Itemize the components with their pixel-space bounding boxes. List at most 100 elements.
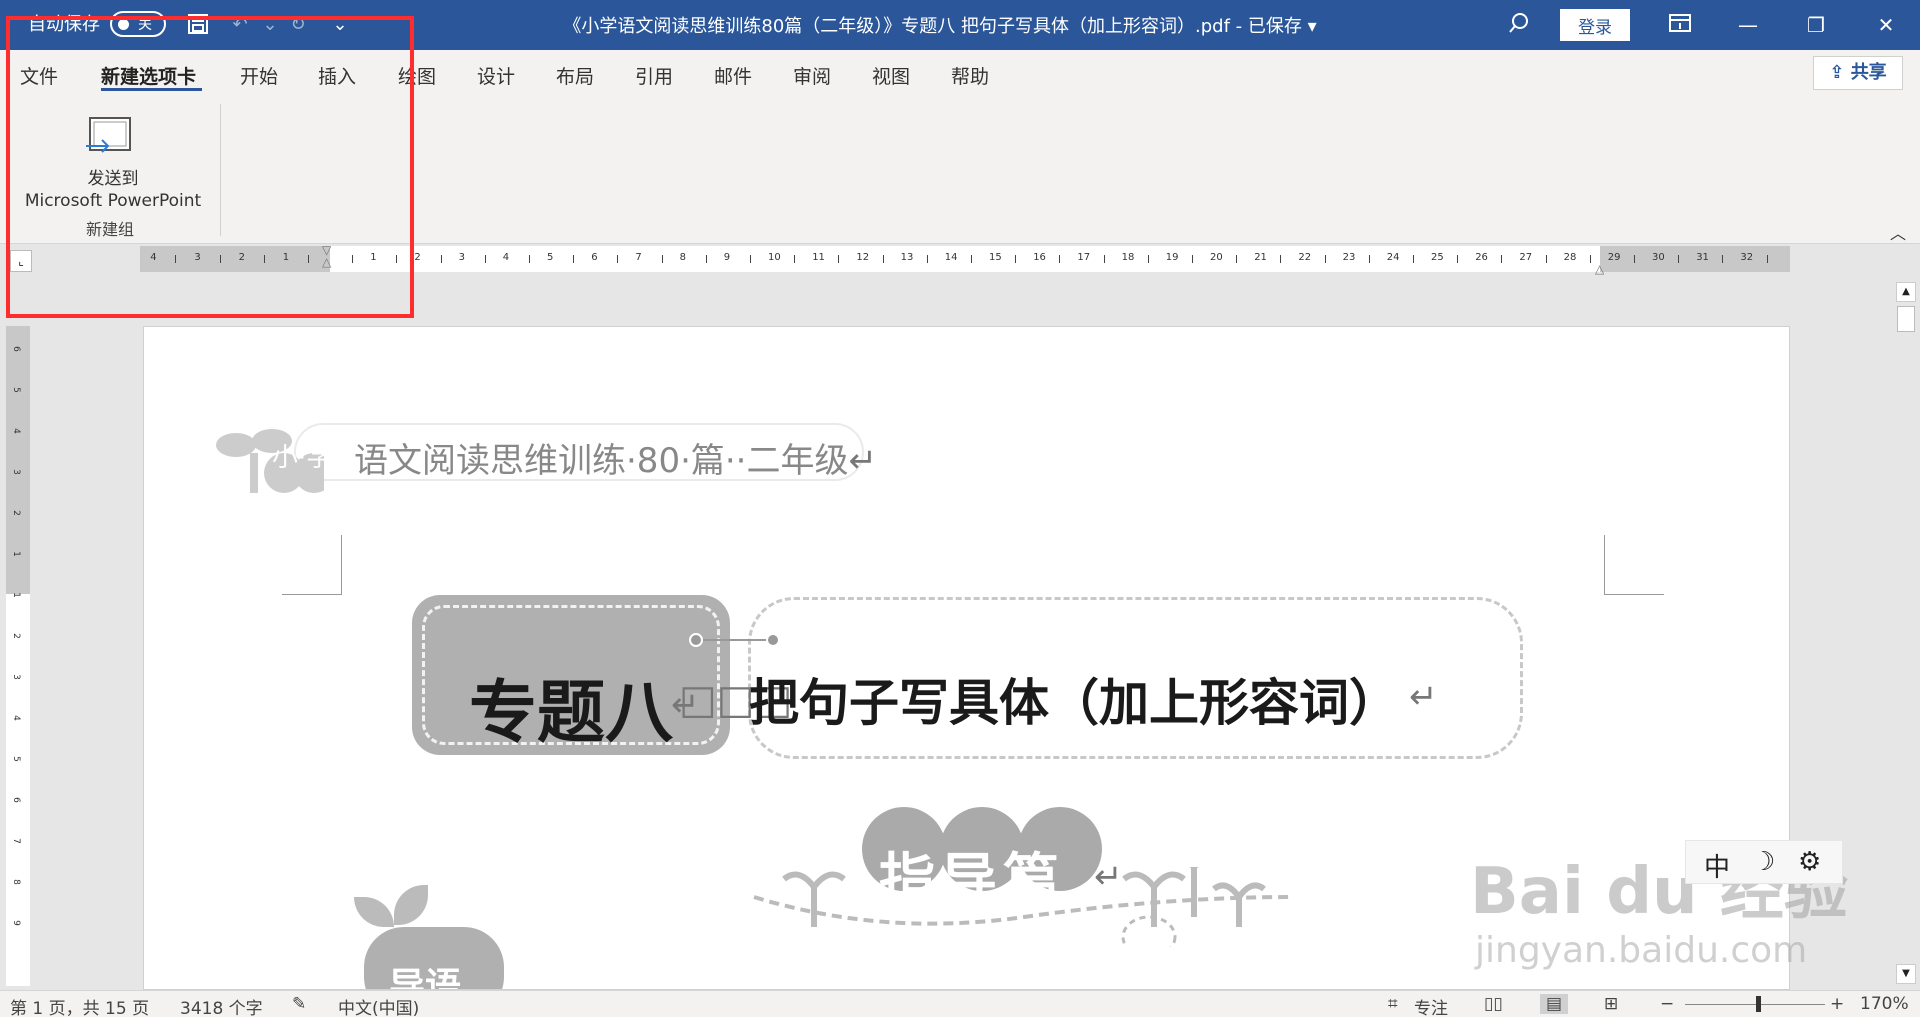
zoom-level[interactable]: 170% [1860, 994, 1909, 1014]
ruler-number: 25 [1431, 252, 1444, 263]
ruler-number: 32 [1740, 252, 1754, 263]
ruler-tick [1589, 255, 1591, 263]
proofing-icon[interactable]: ✎ [292, 994, 306, 1014]
vruler-number: 4 [10, 715, 21, 721]
ruler-number: 29 [1607, 252, 1621, 263]
ruler-tick [838, 255, 840, 263]
zoom-slider[interactable] [1685, 1004, 1825, 1005]
zoom-slider-thumb[interactable] [1756, 996, 1761, 1012]
close-icon[interactable]: ✕ [1856, 0, 1916, 50]
ruler-number: 20 [1210, 252, 1223, 263]
read-mode-icon[interactable]: ▯▯ [1484, 994, 1503, 1014]
language[interactable]: 中文(中国) [338, 994, 419, 1017]
ruler-tick [1147, 255, 1149, 263]
ruler-number: 13 [900, 252, 914, 263]
ime-mode[interactable]: 中 [1704, 847, 1730, 884]
ruler-tick [705, 255, 707, 263]
paragraph-mark: ↵ [1409, 677, 1438, 717]
ruler-tick [1324, 255, 1326, 263]
connector-dot-right [766, 633, 780, 647]
page-count[interactable]: 第 1 页，共 15 页 [10, 994, 149, 1017]
share-button[interactable]: ⇪ 共享 [1813, 56, 1903, 90]
focus-label[interactable]: 专注 [1414, 994, 1448, 1017]
scroll-down-icon[interactable]: ▼ [1896, 964, 1916, 984]
ruler-tick [1015, 255, 1017, 263]
ruler-tick [1678, 255, 1680, 263]
ruler-tick [1633, 255, 1635, 263]
ruler-tick [1412, 255, 1414, 263]
vertical-scrollbar[interactable]: ▲ ▼ [1894, 280, 1918, 986]
vruler-number: 8 [10, 879, 21, 885]
ruler-number: 30 [1652, 252, 1665, 263]
minimize-icon[interactable]: — [1718, 0, 1778, 50]
ruler-number: 26 [1475, 252, 1488, 263]
vertical-ruler[interactable]: 6 5 4 3 2 1 1 2 3 4 5 6 7 8 9 [6, 326, 30, 986]
document-title[interactable]: 《小学语文阅读思维训练80篇（二年级）》专题八 把句子写具体（加上形容词）.pd… [500, 12, 1380, 38]
crop-mark-left [282, 535, 342, 595]
ruler-tick [970, 255, 972, 263]
vruler-number: 1 [10, 551, 21, 557]
topic-label: 专题八 [469, 674, 674, 753]
tab-help[interactable]: 帮助 [951, 62, 989, 89]
ruler-number: 4 [502, 252, 510, 263]
vruler-number: 2 [10, 633, 21, 639]
vruler-number: 2 [10, 510, 21, 516]
ruler-tick [1236, 255, 1238, 263]
tab-review[interactable]: 审阅 [793, 62, 831, 89]
web-layout-icon[interactable]: ⊞ [1604, 994, 1618, 1014]
zoom-out-icon[interactable]: − [1660, 994, 1674, 1014]
word-count[interactable]: 3418 个字 [180, 994, 263, 1017]
print-layout-icon[interactable]: ▤ [1540, 994, 1569, 1014]
gear-icon[interactable]: ⚙ [1798, 847, 1821, 877]
ruler-number: 22 [1298, 252, 1312, 263]
ruler-number: 17 [1077, 252, 1091, 263]
vruler-number: 1 [10, 592, 21, 598]
ruler-tick [661, 255, 663, 263]
ruler-number: 2 [414, 252, 421, 263]
zoom-in-icon[interactable]: + [1830, 994, 1844, 1014]
right-indent-marker-icon[interactable]: △ [1595, 262, 1604, 276]
ruler-text-area [330, 246, 1600, 272]
annotation-highlight [6, 16, 414, 318]
apple-leaf-decoration [354, 897, 394, 927]
ruler-number: 21 [1254, 252, 1267, 263]
collapse-ribbon-icon[interactable]: ︿ [1890, 220, 1906, 244]
paragraph-mark: ↵ [1094, 857, 1123, 897]
ruler-number: 31 [1696, 252, 1709, 263]
ruler-tick [794, 255, 796, 263]
tab-references[interactable]: 引用 [635, 62, 673, 89]
login-button[interactable]: 登录 [1560, 9, 1630, 41]
moon-icon[interactable]: ☽ [1752, 847, 1775, 877]
header-text-content: 语文阅读思维训练·80·篇··二年级 [354, 441, 849, 481]
ruler-number: 12 [856, 252, 870, 263]
ruler-tick [1501, 255, 1503, 263]
tab-design[interactable]: 设计 [477, 62, 515, 89]
vruler-number: 6 [10, 346, 21, 352]
ruler-tick [440, 255, 442, 263]
vruler-number: 9 [10, 920, 21, 926]
scroll-up-icon[interactable]: ▲ [1896, 282, 1916, 302]
share-icon: ⇪ [1829, 62, 1845, 83]
baidu-watermark-url: jingyan.baidu.com [1475, 930, 1808, 971]
tab-layout[interactable]: 布局 [556, 62, 594, 89]
ruler-number: 28 [1563, 252, 1577, 263]
vruler-number: 7 [10, 838, 21, 844]
ruler-tick [1766, 255, 1768, 263]
search-icon[interactable] [1505, 12, 1533, 38]
vruler-number: 3 [10, 469, 21, 475]
focus-icon[interactable]: ⌗ [1388, 994, 1398, 1014]
ribbon-display-options-icon[interactable] [1650, 0, 1710, 50]
restore-icon[interactable]: ❐ [1786, 0, 1846, 50]
ruler-tick [1280, 255, 1282, 263]
vruler-number: 5 [10, 387, 21, 393]
vruler-number: 4 [10, 428, 21, 434]
ruler-tick [882, 255, 884, 263]
ruler-tick [484, 255, 486, 263]
crop-mark-right [1604, 535, 1664, 595]
ime-toolbar: 中 ☽ ⚙ [1685, 840, 1843, 884]
scroll-thumb[interactable] [1897, 306, 1915, 332]
connector-dot-left [689, 633, 703, 647]
ruler-tick [1059, 255, 1061, 263]
tab-mailings[interactable]: 邮件 [714, 62, 752, 89]
tab-view[interactable]: 视图 [872, 62, 910, 89]
